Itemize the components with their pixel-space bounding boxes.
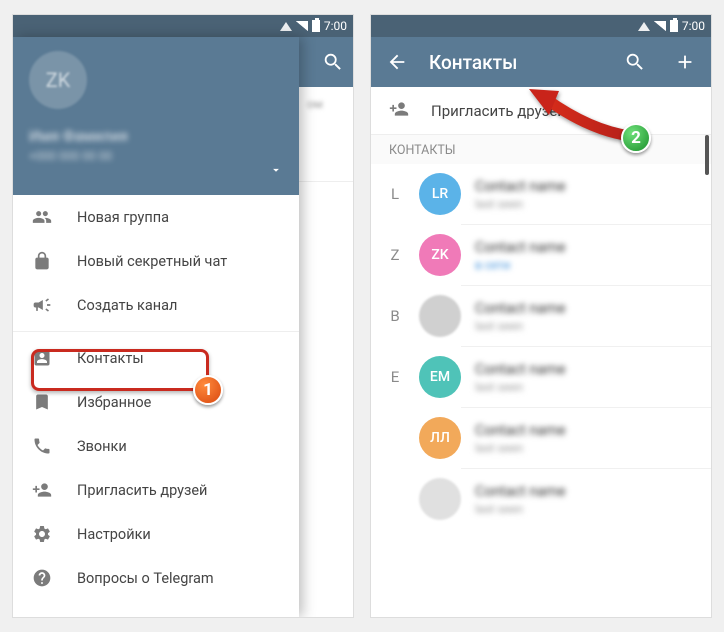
- contact-row[interactable]: L LR Contact name last seen: [371, 164, 711, 224]
- drawer-item-calls[interactable]: Звонки: [13, 424, 299, 468]
- bg-text: ом: [299, 87, 353, 121]
- drawer-item-invite[interactable]: Пригласить друзей: [13, 468, 299, 512]
- gear-icon: [31, 523, 53, 545]
- lock-icon: [31, 250, 53, 272]
- contacts-section-label: КОНТАКТЫ: [371, 135, 711, 164]
- status-bar: 7:00: [13, 15, 353, 37]
- wifi-icon: [280, 22, 292, 31]
- group-icon: [31, 206, 53, 228]
- contact-name: Contact name: [475, 178, 697, 195]
- contact-status: last seen: [475, 197, 697, 211]
- drawer-item-label: Контакты: [77, 350, 144, 367]
- status-time: 7:00: [682, 19, 705, 33]
- right-phone-frame: 7:00 Контакты Пригласить друзей КОНТАКТЫ…: [370, 14, 712, 618]
- contact-row[interactable]: E EM Contact name last seen: [371, 347, 711, 407]
- drawer-item-label: Звонки: [77, 438, 127, 455]
- bookmark-icon: [31, 391, 53, 413]
- contact-row[interactable]: Z ZK Contact name в сети: [371, 225, 711, 285]
- invite-label: Пригласить друзей: [431, 102, 566, 120]
- contact-status: last seen: [475, 319, 697, 333]
- signal-icon: [654, 21, 666, 31]
- index-letter: B: [385, 307, 405, 325]
- drawer-item-label: Пригласить друзей: [77, 482, 207, 499]
- contact-status: last seen: [475, 380, 697, 394]
- drawer-item-saved[interactable]: Избранное: [13, 380, 299, 424]
- contact-status: last seen: [475, 502, 697, 516]
- user-phone: +000 000 00 00: [29, 149, 283, 163]
- battery-icon: [312, 20, 320, 32]
- add-button[interactable]: [667, 44, 703, 80]
- drawer-list: Новая группа Новый секретный чат Создать…: [13, 195, 299, 600]
- drawer-header[interactable]: ZK Имя Фамилия +000 000 00 00: [13, 37, 299, 195]
- drawer-item-label: Новый секретный чат: [77, 253, 227, 270]
- status-time: 7:00: [324, 19, 347, 33]
- index-letter: E: [385, 368, 405, 386]
- drawer-item-label: Настройки: [77, 526, 151, 543]
- contact-status: в сети: [475, 258, 697, 272]
- contact-name: Contact name: [475, 422, 697, 439]
- scroll-indicator[interactable]: [705, 135, 709, 175]
- contact-row[interactable]: Contact name last seen: [371, 469, 711, 529]
- invite-friends-row[interactable]: Пригласить друзей: [371, 87, 711, 135]
- drawer-item-settings[interactable]: Настройки: [13, 512, 299, 556]
- battery-icon: [670, 20, 678, 32]
- contact-avatar: [419, 295, 461, 337]
- contact-icon: [31, 347, 53, 369]
- wifi-icon: [638, 22, 650, 31]
- drawer-item-contacts[interactable]: Контакты: [13, 336, 299, 380]
- contact-avatar: ЛЛ: [419, 417, 461, 459]
- add-person-icon: [389, 99, 409, 123]
- drawer-item-new-channel[interactable]: Создать канал: [13, 283, 299, 327]
- index-letter: Z: [385, 246, 405, 264]
- contact-name: Contact name: [475, 483, 697, 500]
- contacts-list[interactable]: L LR Contact name last seen Z ZK Contact…: [371, 164, 711, 529]
- left-phone-frame: 7:00 ом ZK Имя Фамилия +000 000 00 00 Но…: [12, 14, 354, 618]
- back-button[interactable]: [379, 44, 415, 80]
- phone-icon: [31, 435, 53, 457]
- contact-avatar: [419, 478, 461, 520]
- index-letter: L: [385, 185, 405, 203]
- drawer-item-new-group[interactable]: Новая группа: [13, 195, 299, 239]
- page-title: Контакты: [429, 51, 603, 74]
- user-avatar[interactable]: ZK: [29, 51, 87, 109]
- drawer-item-secret-chat[interactable]: Новый секретный чат: [13, 239, 299, 283]
- signal-icon: [296, 21, 308, 31]
- annotation-badge-2: 2: [621, 123, 651, 153]
- contact-row[interactable]: ЛЛ Contact name last seen: [371, 408, 711, 468]
- contact-status: last seen: [475, 441, 697, 455]
- contact-row[interactable]: B Contact name last seen: [371, 286, 711, 346]
- status-bar: 7:00: [371, 15, 711, 37]
- annotation-badge-1: 1: [193, 375, 223, 405]
- drawer-item-label: Новая группа: [77, 209, 169, 226]
- user-name: Имя Фамилия: [29, 127, 283, 145]
- search-icon[interactable]: [321, 44, 345, 80]
- megaphone-icon: [31, 294, 53, 316]
- add-person-icon: [31, 479, 53, 501]
- drawer-item-label: Создать канал: [77, 297, 177, 314]
- contact-avatar: EM: [419, 356, 461, 398]
- drawer-item-label: Избранное: [77, 394, 151, 411]
- contact-name: Contact name: [475, 239, 697, 256]
- divider: [13, 331, 299, 332]
- drawer-item-faq[interactable]: Вопросы о Telegram: [13, 556, 299, 600]
- help-icon: [31, 567, 53, 589]
- contact-avatar: ZK: [419, 234, 461, 276]
- background-chat: ом: [299, 37, 353, 617]
- contact-name: Contact name: [475, 361, 697, 378]
- search-button[interactable]: [617, 44, 653, 80]
- chevron-down-icon[interactable]: [269, 162, 283, 181]
- drawer-item-label: Вопросы о Telegram: [77, 570, 214, 587]
- navigation-drawer: ZK Имя Фамилия +000 000 00 00 Новая груп…: [13, 37, 299, 617]
- app-bar: Контакты: [371, 37, 711, 87]
- contact-name: Contact name: [475, 300, 697, 317]
- contact-avatar: LR: [419, 173, 461, 215]
